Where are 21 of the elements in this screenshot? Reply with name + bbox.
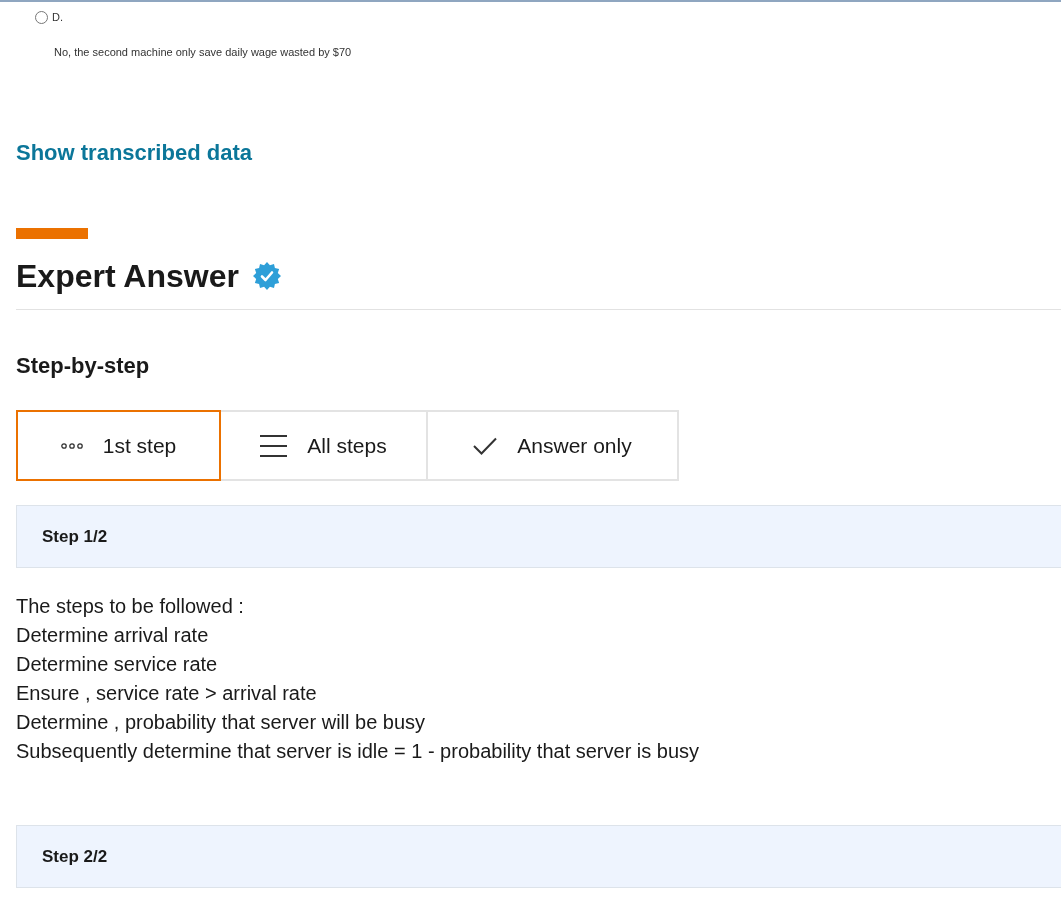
expert-answer-heading: Expert Answer: [16, 257, 239, 295]
step-text-line: Determine arrival rate: [16, 624, 209, 646]
view-tab[interactable]: All steps: [219, 410, 428, 481]
step-by-step-heading: Step-by-step: [16, 352, 150, 380]
step-title: Step 2/2: [42, 845, 108, 868]
step-text-line: Subsequently determine that server is idle = 1 - probability that server is busy: [16, 740, 700, 762]
show-transcribed-data-link[interactable]: Show transcribed data: [16, 140, 252, 165]
radio-button[interactable]: [35, 10, 48, 24]
option-label: D.: [52, 10, 63, 24]
view-tab[interactable]: Answer only: [426, 410, 679, 481]
list-icon: [260, 434, 288, 457]
dots-icon: [60, 442, 83, 449]
step-text-line: The steps to be followed :: [16, 595, 244, 617]
view-tab[interactable]: 1st step: [16, 410, 221, 481]
step-text-line: Ensure , service rate > arrival rate: [16, 682, 317, 704]
step-title: Step 1/2: [42, 525, 108, 548]
checkmark-icon: [473, 436, 498, 455]
option-text: No, the second machine only save daily wage wasted by $70: [54, 46, 352, 58]
accent-bar: [16, 228, 88, 239]
step-text-line: Determine , probability that server will be busy: [16, 711, 426, 733]
step-text-line: Determine service rate: [16, 653, 218, 675]
